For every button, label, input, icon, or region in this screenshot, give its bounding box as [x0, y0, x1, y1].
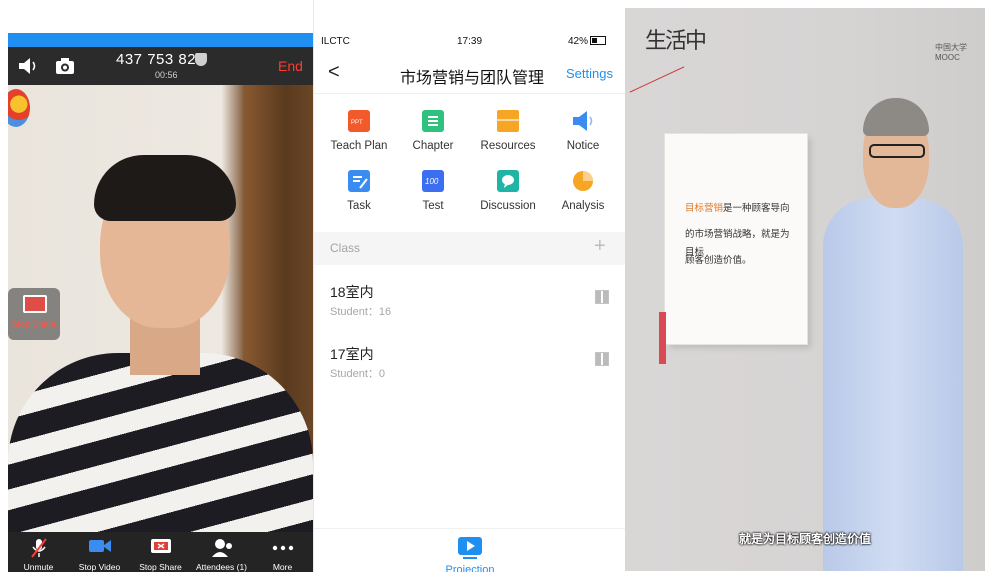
notice-button[interactable]: Notice [544, 110, 622, 152]
class-students: Student：0 [330, 368, 386, 380]
course-app-panel: ILCTC 17:39 42% < 市场营销与团队管理 Settings PPT… [313, 0, 626, 572]
grid-label: Notice [566, 140, 600, 152]
grid-label: Teach Plan [330, 140, 388, 152]
pie-chart-icon [572, 170, 594, 192]
lecturer-hair [863, 98, 929, 136]
person-hair [94, 155, 236, 221]
svg-text:PPT: PPT [351, 120, 363, 126]
screen-share-icon [150, 539, 171, 553]
video-subtitle: 就是为目标顾客创造价值 [738, 532, 871, 546]
call-top-bar: 437 753 823 00:56 End [8, 47, 313, 85]
speaker-icon[interactable] [18, 57, 40, 75]
speaker-icon [572, 110, 594, 132]
svg-text:100: 100 [425, 177, 439, 186]
status-bar: ILCTC 17:39 42% [314, 34, 626, 54]
video-call-panel: 437 753 823 00:56 End Stop Share Unmute … [0, 0, 313, 572]
mooc-watermark: 中国大学MOOC [935, 43, 967, 62]
battery-icon [590, 36, 607, 45]
resources-button[interactable]: Resources [469, 110, 547, 152]
class-students: Student：16 [330, 306, 392, 318]
grid-label: Analysis [561, 200, 605, 212]
switch-camera-icon[interactable] [55, 57, 75, 75]
projection-label[interactable]: Projection [314, 564, 626, 572]
app-logo-icon [8, 89, 30, 127]
board-line-1-rest: 是一种顾客导向 [723, 203, 790, 214]
folder-icon [497, 110, 519, 132]
class-list-item[interactable]: 17室内 Student：0 [314, 330, 626, 392]
glasses-icon [869, 144, 925, 158]
attendees-button[interactable]: Attendees (1) [191, 532, 252, 572]
analysis-button[interactable]: Analysis [544, 170, 622, 212]
settings-button[interactable]: Settings [566, 66, 613, 81]
course-logo: 生活中 [629, 23, 707, 93]
screen-share-icon [23, 295, 47, 313]
class-list-item[interactable]: 18室内 Student：16 [314, 268, 626, 330]
chapter-button[interactable]: Chapter [394, 110, 472, 152]
meeting-id: 437 753 823 [116, 51, 205, 68]
class-name: 18室内 [330, 284, 374, 300]
more-button[interactable]: More [252, 532, 313, 572]
qr-code-icon[interactable] [595, 352, 609, 366]
grid-label: Task [347, 200, 371, 212]
shield-icon[interactable] [195, 53, 207, 66]
qr-code-icon[interactable] [595, 290, 609, 304]
call-timer: 00:56 [155, 70, 178, 80]
board-line-1: 目标营销是一种顾客导向 [685, 200, 795, 218]
add-class-button[interactable]: + [594, 235, 606, 258]
stop-share-float-button[interactable]: Stop Share [8, 288, 60, 340]
class-section-header: Class + [314, 232, 626, 265]
course-logo-text: 生活中 [645, 29, 707, 54]
toolbar-label: Attendees (1) [195, 562, 248, 572]
board-highlight: 目标营销 [685, 203, 724, 214]
stop-share-button[interactable]: Stop Share [130, 532, 191, 572]
ppt-icon: PPT [348, 110, 370, 132]
grid-label: Chapter [412, 140, 454, 152]
class-name: 17室内 [330, 346, 374, 362]
clock-label: 17:39 [457, 36, 483, 47]
lecture-video-panel: 生活中 中国大学MOOC 目标营销是一种顾客导向 的市场营销战略，就是为目标 顾… [625, 0, 985, 572]
test-button[interactable]: 100 Test [394, 170, 472, 212]
board-line-3: 顾客创造价值。 [685, 255, 752, 266]
toolbar-label: More [272, 562, 293, 572]
lecturer-body [823, 198, 963, 571]
more-dots-icon [272, 545, 293, 551]
projection-icon[interactable] [458, 537, 482, 559]
battery-status: 42% [568, 36, 607, 47]
test-icon: 100 [422, 170, 444, 192]
toolbar-label: Unmute [23, 562, 54, 572]
discussion-button[interactable]: Discussion [469, 170, 547, 212]
carrier-label: ILCTC [321, 36, 350, 47]
task-icon [348, 170, 370, 192]
stop-share-float-label: Stop Share [11, 319, 57, 329]
toolbar-label: Stop Video [78, 562, 121, 572]
task-button[interactable]: Task [320, 170, 398, 212]
back-button[interactable]: < [328, 61, 340, 84]
person-shirt [8, 353, 313, 532]
bottom-bar: Projection [314, 528, 626, 572]
page-title: 市场营销与团队管理 [400, 70, 545, 87]
attendees-icon [211, 539, 232, 557]
class-header-label: Class [330, 241, 361, 255]
lecture-frame: 生活中 中国大学MOOC 目标营销是一种顾客导向 的市场营销战略，就是为目标 顾… [625, 8, 985, 571]
battery-percent: 42% [568, 36, 589, 47]
mic-off-icon [30, 538, 47, 558]
grid-label: Resources [480, 140, 536, 152]
toolbar-label: Stop Share [139, 562, 182, 572]
logo-stroke [629, 66, 685, 93]
accent-bar [659, 312, 666, 364]
call-toolbar: Unmute Stop Video Stop Share Attendees (… [8, 532, 313, 572]
status-strip [8, 33, 313, 47]
end-button[interactable]: End [278, 58, 303, 74]
grid-label: Test [422, 200, 444, 212]
video-camera-icon [88, 540, 111, 552]
teach-plan-button[interactable]: PPT Teach Plan [320, 110, 398, 152]
unmute-button[interactable]: Unmute [8, 532, 69, 572]
discussion-icon [497, 170, 519, 192]
stop-video-button[interactable]: Stop Video [69, 532, 130, 572]
chapter-icon [422, 110, 444, 132]
nav-bar: < 市场营销与团队管理 Settings [314, 55, 626, 94]
slide-board: 目标营销是一种顾客导向 的市场营销战略，就是为目标 顾客创造价值。 [665, 134, 807, 344]
grid-label: Discussion [480, 200, 536, 212]
